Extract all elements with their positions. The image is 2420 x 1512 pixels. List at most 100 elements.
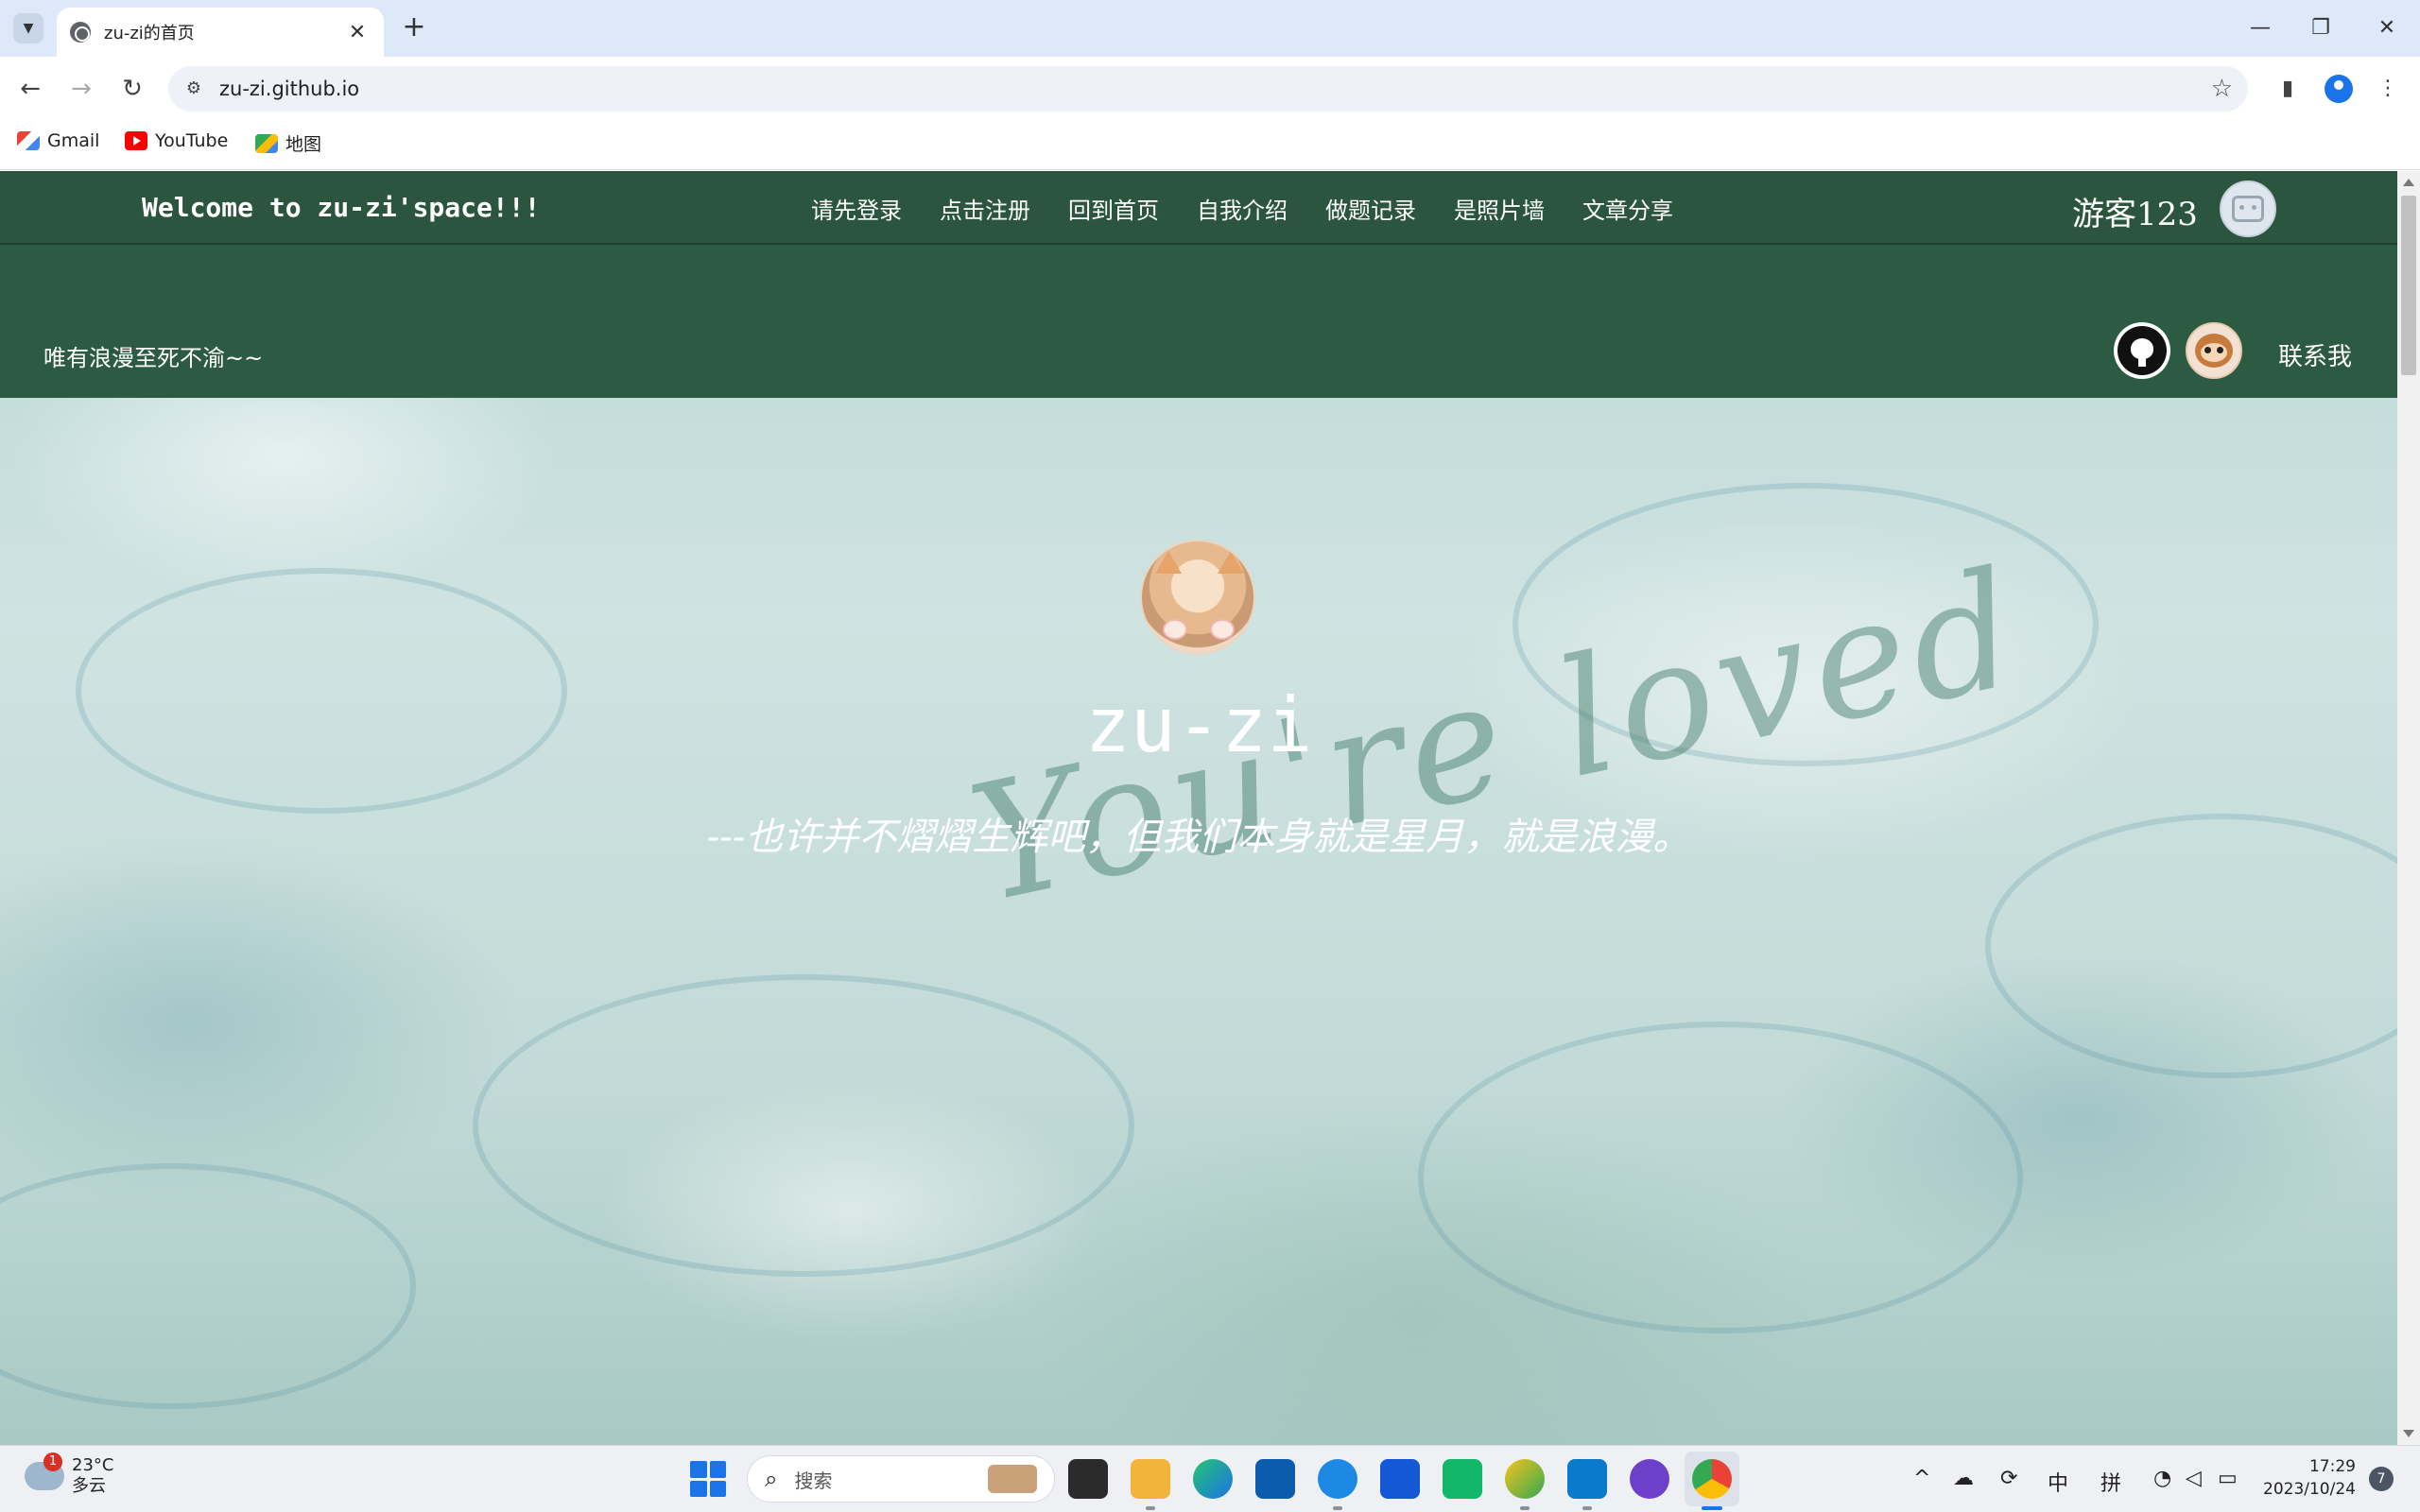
side-panel-icon: ▮	[2281, 77, 2294, 100]
weather-badge: 1	[43, 1452, 62, 1471]
file-explorer-icon[interactable]	[1131, 1459, 1170, 1499]
menu-button[interactable]: ⋮	[2369, 70, 2407, 108]
bookmark-label: Gmail	[47, 130, 100, 151]
site-motto: 唯有浪漫至死不渝~~	[43, 345, 264, 371]
water-ripple	[473, 974, 1134, 1277]
site-navbar: Welcome to zu-zi'space!!! 请先登录 点击注册 回到首页…	[0, 171, 2397, 245]
notification-badge[interactable]: 7	[2369, 1467, 2394, 1491]
hero-name: zu-zi	[1084, 681, 1313, 769]
cat-ear	[1218, 551, 1244, 574]
weather-temp: 23°C	[72, 1455, 114, 1475]
contact-link[interactable]: 联系我	[2278, 337, 2352, 372]
scroll-down-icon[interactable]	[2403, 1430, 2414, 1437]
onedrive-icon[interactable]: ☁	[1953, 1467, 1974, 1490]
guest-username[interactable]: 游客123	[2072, 188, 2198, 234]
bookmark-label: YouTube	[155, 130, 229, 151]
restore-button[interactable]: ❐	[2297, 9, 2344, 47]
browser-tab[interactable]: zu-zi的首页 ✕	[57, 8, 384, 57]
profile-icon	[2325, 75, 2353, 103]
bookmarks-bar: Gmail YouTube 地图	[0, 119, 2420, 170]
map-app-icon[interactable]	[1505, 1459, 1545, 1499]
forward-button[interactable]: →	[62, 70, 100, 108]
start-button[interactable]	[690, 1461, 726, 1497]
maps-icon	[255, 133, 278, 153]
weather-widget[interactable]: 1 23°C 多云	[25, 1452, 114, 1497]
github-desktop-icon[interactable]	[1630, 1459, 1669, 1499]
nav-link-photos[interactable]: 是照片墙	[1454, 192, 1545, 225]
search-icon: ⌕	[765, 1466, 778, 1492]
monkey-avatar-link[interactable]	[2186, 322, 2242, 379]
store-icon[interactable]	[1255, 1459, 1295, 1499]
url-text[interactable]: zu-zi.github.io	[219, 77, 2211, 100]
gmail-icon	[17, 131, 40, 150]
github-icon	[2118, 326, 2167, 375]
chrome-icon[interactable]	[1692, 1459, 1732, 1499]
github-link[interactable]	[2114, 322, 2170, 379]
running-indicator	[1582, 1506, 1592, 1510]
tab-title: zu-zi的首页	[104, 24, 195, 43]
cloud-icon: 1	[25, 1452, 64, 1490]
windows-logo-pane	[709, 1480, 726, 1497]
bookmark-label: 地图	[285, 134, 322, 155]
cat-paw	[1210, 619, 1235, 640]
system-clock[interactable]: 17:29 2023/10/24	[2263, 1455, 2356, 1501]
horse-icon	[988, 1465, 1037, 1493]
back-button[interactable]: ←	[11, 70, 49, 108]
ime-mode[interactable]: 拼	[2100, 1467, 2121, 1497]
nav-link-problems[interactable]: 做题记录	[1325, 192, 1416, 225]
arrow-right-icon: →	[71, 75, 92, 103]
wifi-icon[interactable]: ◔	[2153, 1467, 2171, 1490]
taskbar-search-placeholder: 搜索	[794, 1469, 833, 1492]
ime-lang[interactable]: 中	[2048, 1467, 2068, 1497]
running-indicator	[1702, 1506, 1722, 1510]
nav-link-login[interactable]: 请先登录	[811, 192, 902, 225]
close-window-button[interactable]: ✕	[2363, 9, 2411, 47]
battery-icon[interactable]: ▭	[2218, 1467, 2238, 1490]
guest-avatar[interactable]	[2220, 180, 2276, 237]
hero-quote: ---也许并不熠熠生辉吧，但我们本身就是星月，就是浪漫。	[706, 816, 1691, 859]
youtube-icon	[125, 131, 147, 150]
chevron-down-icon: ▼	[23, 21, 34, 36]
browser-toolbar: ← → ↻ ⚙ zu-zi.github.io ☆ ▮ ⋮	[0, 57, 2420, 119]
task-view-icon[interactable]	[1068, 1459, 1108, 1499]
bookmark-star-icon[interactable]: ☆	[2211, 75, 2233, 103]
bookmark-gmail[interactable]: Gmail	[17, 130, 99, 151]
volume-icon[interactable]: ◁	[2186, 1467, 2202, 1490]
lenovo-app-icon[interactable]	[1380, 1459, 1420, 1499]
sync-icon[interactable]: ⟳	[2000, 1467, 2017, 1490]
nav-link-home[interactable]: 回到首页	[1068, 192, 1159, 225]
bookmark-youtube[interactable]: YouTube	[125, 130, 228, 151]
vscode-icon[interactable]	[1567, 1459, 1607, 1499]
side-panel-button[interactable]: ▮	[2269, 70, 2307, 108]
tab-close-icon[interactable]: ✕	[344, 21, 371, 44]
scroll-up-icon[interactable]	[2403, 179, 2414, 186]
hero-avatar	[1140, 540, 1255, 655]
arrow-left-icon: ←	[20, 75, 41, 103]
weather-desc: 多云	[72, 1476, 106, 1496]
more-vert-icon: ⋮	[2377, 77, 2398, 100]
address-bar[interactable]: ⚙ zu-zi.github.io ☆	[168, 66, 2248, 112]
bookmark-app-icon[interactable]	[1443, 1459, 1482, 1499]
bookmark-maps[interactable]: 地图	[255, 130, 321, 156]
profile-button[interactable]	[2320, 70, 2358, 108]
cat-ear	[1155, 551, 1182, 574]
scroll-thumb[interactable]	[2401, 196, 2416, 375]
site-nav-links: 请先登录 点击注册 回到首页 自我介绍 做题记录 是照片墙 文章分享	[811, 192, 1711, 225]
edge-icon[interactable]	[1193, 1459, 1233, 1499]
reload-button[interactable]: ↻	[113, 70, 151, 108]
clock-time: 17:29	[2308, 1457, 2356, 1476]
windows-logo-pane	[690, 1480, 707, 1497]
cat-paw	[1163, 619, 1187, 640]
site-info-icon[interactable]: ⚙	[183, 78, 204, 99]
nav-link-articles[interactable]: 文章分享	[1582, 192, 1673, 225]
nav-link-about[interactable]: 自我介绍	[1197, 192, 1288, 225]
page-scrollbar[interactable]	[2397, 171, 2420, 1445]
nav-link-register[interactable]: 点击注册	[940, 192, 1030, 225]
taskbar-search[interactable]: ⌕ 搜索	[747, 1455, 1055, 1503]
tab-search-button[interactable]: ▼	[13, 13, 43, 43]
new-tab-button[interactable]: +	[397, 11, 431, 45]
ie-icon[interactable]	[1318, 1459, 1357, 1499]
windows-logo-pane	[690, 1461, 707, 1478]
chevron-up-icon[interactable]: ^	[1913, 1467, 1930, 1490]
minimize-button[interactable]: —	[2237, 9, 2284, 47]
